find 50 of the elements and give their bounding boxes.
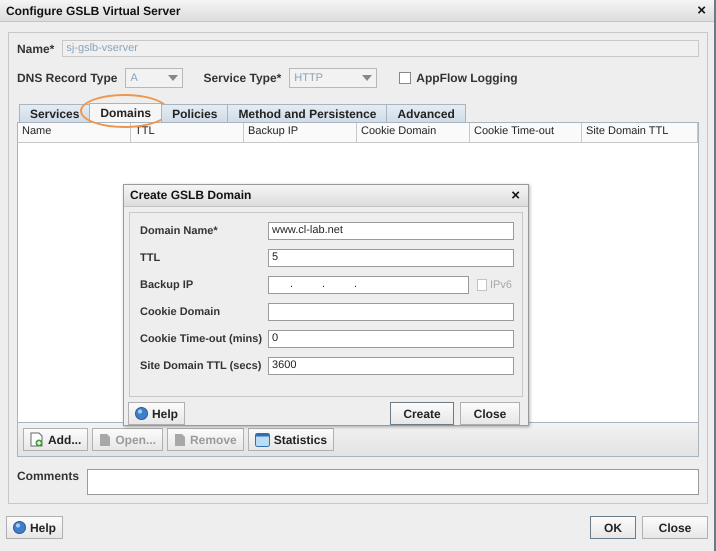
appflow-checkbox[interactable] — [399, 72, 412, 84]
input-field[interactable] — [268, 303, 514, 322]
window-icon — [254, 432, 270, 446]
dialog-button[interactable]: Create — [390, 402, 454, 425]
input-field[interactable]: 5 — [268, 249, 514, 268]
document-icon — [99, 432, 112, 446]
tab[interactable]: Method and Persistence — [227, 104, 388, 122]
close-button[interactable]: × — [511, 186, 520, 204]
input-field[interactable]: 3600 — [268, 357, 514, 376]
field-label: Domain Name* — [140, 225, 219, 238]
ip-address-field[interactable]: . . . — [268, 276, 469, 294]
dialog-button[interactable]: OK — [590, 516, 636, 539]
toolbar-button[interactable]: Statistics — [248, 428, 334, 451]
close-button[interactable]: × — [697, 2, 706, 19]
help-button[interactable]: Help — [128, 402, 186, 425]
tab[interactable]: Domains — [89, 103, 162, 122]
column-header[interactable]: Name — [18, 123, 131, 142]
dns-record-type-label: DNS Record Type — [17, 70, 118, 85]
field-label: Cookie Domain — [140, 306, 222, 318]
caret-icon — [362, 74, 372, 81]
toolbar-button[interactable]: Add... — [23, 428, 88, 451]
tab[interactable]: Services — [19, 104, 90, 122]
field-label: Backup IP — [140, 279, 194, 292]
field-label: TTL — [140, 252, 162, 264]
dialog-button[interactable]: Close — [642, 516, 708, 539]
comments-field[interactable] — [87, 469, 699, 495]
appflow-label: AppFlow Logging — [416, 70, 518, 85]
caret-icon — [168, 74, 178, 81]
field-label: Site Domain TTL (secs) — [140, 360, 262, 372]
column-header[interactable]: Backup IP — [244, 123, 357, 142]
field-label: Cookie Time-out (mins) — [140, 333, 264, 346]
tab[interactable]: Advanced — [386, 104, 466, 122]
input-field[interactable]: 0 — [268, 330, 514, 348]
dialog-button[interactable]: Close — [460, 402, 520, 425]
column-header[interactable]: Cookie Domain — [357, 123, 470, 142]
help-icon — [135, 407, 148, 420]
help-icon — [13, 521, 26, 534]
window-title: Configure GSLB Virtual Server — [6, 4, 180, 18]
column-header[interactable]: Cookie Time-out — [470, 123, 582, 142]
add-document-icon — [30, 432, 44, 447]
ipv6-label: IPv6 — [490, 279, 512, 292]
document-icon — [174, 432, 186, 446]
tab[interactable]: Policies — [161, 104, 228, 122]
comments-label: Comments — [17, 469, 80, 483]
input-field[interactable]: www.cl-lab.net — [268, 222, 514, 240]
column-header[interactable]: Site Domain TTL — [582, 123, 698, 142]
dialog-title: Create GSLB Domain — [130, 188, 252, 202]
help-button[interactable]: Help — [6, 516, 64, 539]
service-type-label: Service Type* — [203, 70, 282, 85]
name-label: Name* — [17, 42, 54, 56]
